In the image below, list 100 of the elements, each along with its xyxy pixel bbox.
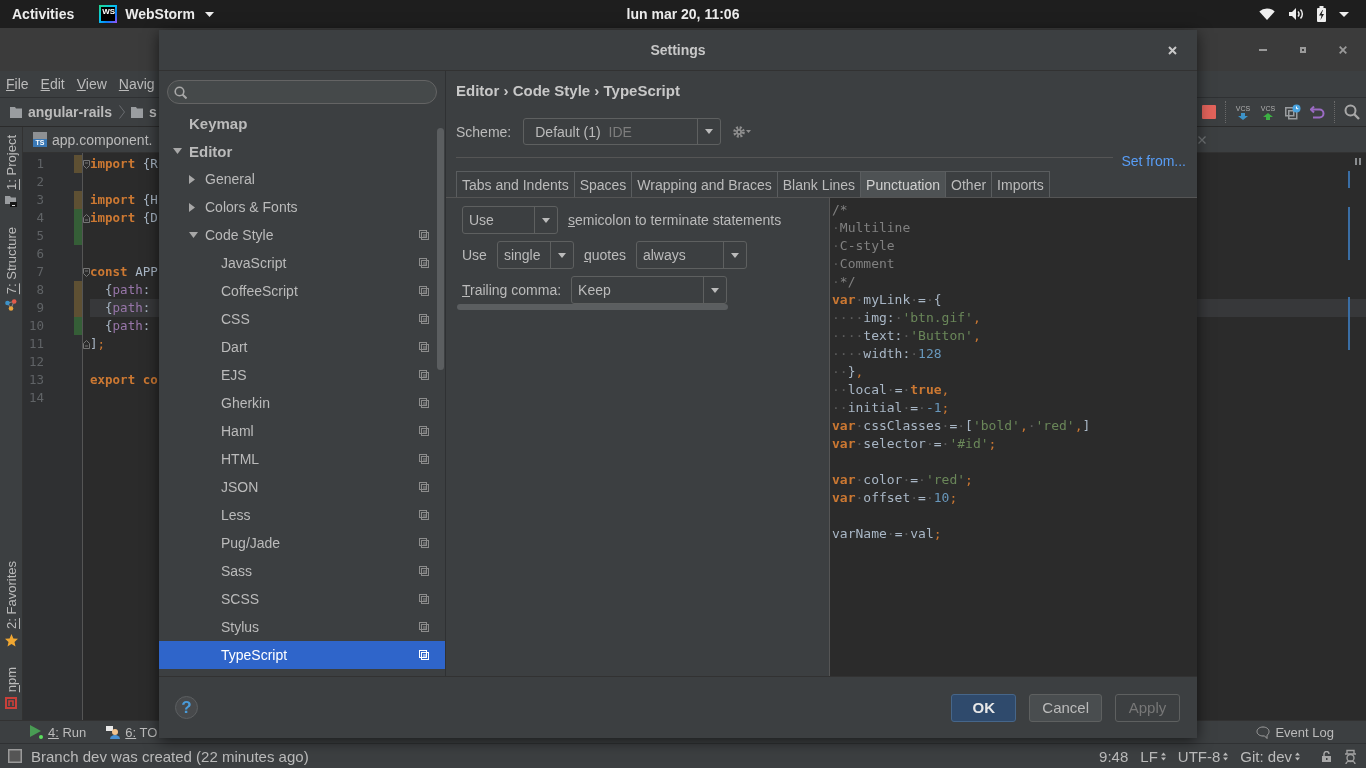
menu-item[interactable]: Edit (34, 76, 71, 92)
tree-item[interactable]: TypeScript (159, 641, 445, 669)
lock-icon[interactable] (1322, 750, 1331, 762)
tool-window-button[interactable]: npm (3, 666, 19, 709)
breadcrumb-item[interactable]: angular-rails (10, 104, 113, 120)
tree-item[interactable]: JSON (159, 473, 445, 501)
arrow-down-icon[interactable] (189, 232, 198, 238)
menu-item[interactable]: File (0, 76, 35, 92)
square-icon[interactable] (8, 749, 22, 763)
app-logo: WS (99, 5, 118, 23)
tool-window-button[interactable]: 6: TO (106, 724, 158, 740)
fold-icon[interactable] (83, 267, 90, 277)
change-marker[interactable] (1348, 297, 1350, 350)
tree-item[interactable]: Stylus (159, 613, 445, 641)
help-button[interactable]: ? (175, 696, 198, 719)
tab[interactable]: Tabs and Indents (456, 171, 575, 197)
code-line: ·Multiline (832, 220, 911, 235)
status-bar-widget[interactable]: UTF-8 (1177, 747, 1229, 765)
tree-item[interactable]: Colors & Fonts (159, 193, 445, 221)
status-bar-widget[interactable]: 9:48 (1099, 747, 1129, 765)
tool-window-button[interactable]: 1: Project (3, 135, 19, 207)
menu-item[interactable]: Navig (112, 76, 161, 92)
code-line: const APP (90, 264, 158, 279)
code-line: var·selector·=·'#id'; (832, 436, 997, 451)
code-line: {path: (104, 300, 151, 315)
code-line: ····width:·128 (832, 346, 942, 361)
set-from-link[interactable]: Set from... (1121, 152, 1186, 170)
breadcrumb-item[interactable]: s (131, 104, 157, 120)
option-dropdown[interactable]: always (635, 241, 747, 269)
activities-button[interactable]: Activities (12, 6, 75, 22)
change-marker[interactable] (1348, 171, 1350, 188)
undo-icon[interactable] (1310, 105, 1325, 119)
search-icon[interactable] (1344, 104, 1360, 120)
tree-item[interactable]: HTML (159, 445, 445, 473)
tool-window-button[interactable]: 2: Favorites (3, 560, 19, 647)
tab[interactable]: Imports (991, 171, 1050, 197)
option-dropdown[interactable]: single (496, 241, 574, 269)
arrow-down-icon[interactable] (173, 148, 182, 154)
close-icon[interactable] (1168, 45, 1177, 55)
tree-item[interactable]: EJS (159, 361, 445, 389)
tree-item[interactable]: Less (159, 501, 445, 529)
arrow-down-icon (1238, 112, 1248, 120)
fold-icon[interactable] (83, 213, 90, 223)
app-menu-button[interactable]: WS WebStorm (99, 5, 214, 23)
tool-window-button[interactable]: 4: Run (30, 724, 87, 740)
scheme-dropdown[interactable]: Default (1) IDE (523, 118, 722, 145)
tree-item[interactable]: Keymap (159, 109, 445, 137)
scrollbar-thumb[interactable] (437, 128, 444, 370)
history-icon[interactable] (1285, 104, 1301, 120)
menu-item[interactable]: View (70, 76, 113, 92)
speech-bubble-icon (1256, 725, 1271, 739)
caret-icon (730, 252, 739, 258)
fold-icon[interactable] (83, 339, 90, 349)
status-bar-widget[interactable]: LF (1140, 747, 1166, 765)
code-line: {path: (104, 318, 151, 333)
tree-item[interactable]: Pug/Jade (159, 529, 445, 557)
search-field[interactable] (167, 80, 437, 104)
scheme-actions-button[interactable] (733, 125, 752, 138)
event-log-button[interactable]: Event Log (1256, 724, 1334, 740)
person-icon[interactable] (1343, 748, 1358, 764)
code-line: import {D (90, 210, 158, 225)
tab[interactable]: Punctuation (860, 171, 947, 197)
caret-icon (557, 252, 566, 258)
dialog-button[interactable]: Cancel (1029, 693, 1102, 722)
status-bar-widget[interactable]: Git: dev (1240, 747, 1300, 765)
tree-item[interactable]: General (159, 165, 445, 193)
option-dropdown[interactable]: Keep (571, 276, 728, 304)
arrow-right-icon[interactable] (189, 174, 195, 184)
tree-item[interactable]: Editor (159, 137, 445, 165)
tree-item[interactable]: SCSS (159, 585, 445, 613)
fold-icon[interactable] (83, 159, 90, 169)
dialog-button[interactable]: OK (951, 693, 1017, 722)
change-marker[interactable] (1348, 207, 1350, 260)
code-line: var·cssClasses·=·['bold',·'red',] (832, 418, 1091, 433)
square-logo-icon (5, 697, 17, 709)
tree-item[interactable]: Code Style (159, 221, 445, 249)
option-label: quotes (583, 247, 626, 263)
tool-window-button[interactable]: 7: Structure (3, 226, 19, 312)
code-line: /* (832, 202, 848, 217)
option-dropdown[interactable]: Use (462, 206, 558, 234)
maximize-icon[interactable] (1300, 46, 1306, 53)
clock[interactable]: lun mar 20, 11:06 (626, 6, 740, 22)
pause-icon[interactable] (1355, 158, 1361, 165)
tree-item[interactable]: CSS (159, 305, 445, 333)
tree-item[interactable]: CoffeeScript (159, 277, 445, 305)
minimize-icon[interactable] (1259, 48, 1267, 51)
tree-item[interactable]: JavaScript (159, 249, 445, 277)
arrow-right-icon[interactable] (189, 202, 195, 212)
code-line: ··local·=·true, (832, 382, 950, 397)
close-icon[interactable] (1339, 45, 1347, 54)
tree-item[interactable]: Gherkin (159, 389, 445, 417)
scrollbar-thumb[interactable] (457, 304, 728, 310)
star-icon (4, 633, 18, 647)
tree-item[interactable]: Dart (159, 333, 445, 361)
tree-item[interactable]: Sass (159, 557, 445, 585)
code-line: ··initial·=·-1; (832, 400, 950, 415)
code-line: ]; (90, 336, 106, 351)
folder-icon (131, 106, 144, 118)
caret-icon[interactable] (1339, 11, 1349, 17)
tree-item[interactable]: Haml (159, 417, 445, 445)
